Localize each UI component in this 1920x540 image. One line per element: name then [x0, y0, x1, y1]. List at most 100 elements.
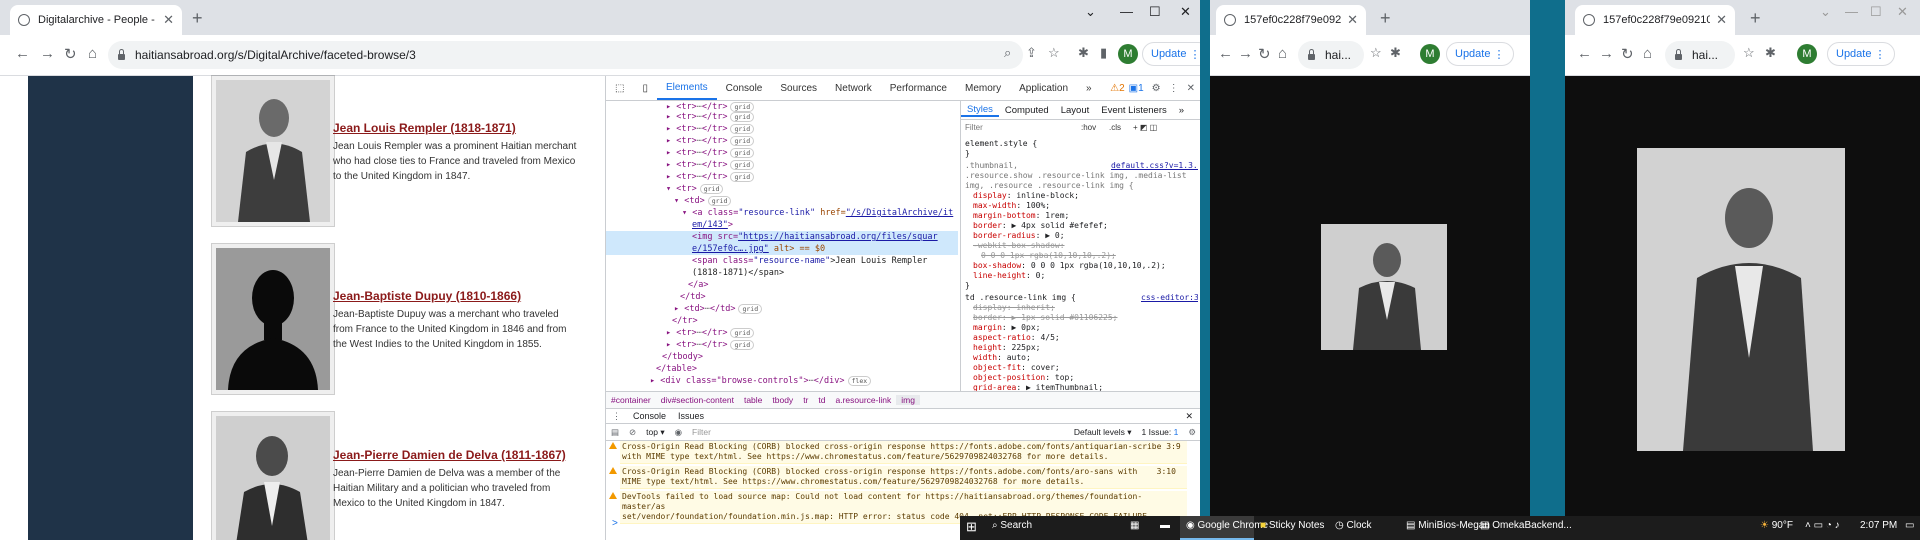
breadcrumb-item[interactable]: tbody — [767, 395, 798, 405]
update-button[interactable]: Update ⋮ — [1142, 42, 1200, 66]
css-prop-overridden[interactable]: display: inherit; — [965, 303, 1198, 313]
close-tab-icon[interactable]: ✕ — [1347, 12, 1358, 28]
inspect-icon[interactable]: ⬚ — [606, 83, 633, 94]
dom-node-td-collapsed[interactable]: ▸ <td>⋯</td> grid — [606, 303, 958, 315]
more-styles-tabs-icon[interactable]: » — [1173, 105, 1190, 116]
tray-icons[interactable]: ˄ ▭ ◔ ♪ — [1805, 520, 1840, 531]
log-levels-select[interactable]: Default levels ▾ — [1069, 427, 1137, 438]
clock-time[interactable]: 2:07 PM — [1860, 520, 1897, 531]
tab-application[interactable]: Application — [1010, 83, 1077, 94]
tab-memory[interactable]: Memory — [956, 83, 1010, 94]
dom-node-td[interactable]: ▾ <td> grid — [606, 195, 958, 207]
kebab-menu-icon[interactable]: ⋮ — [1169, 83, 1179, 94]
context-select[interactable]: top ▾ — [641, 427, 669, 438]
minimize-icon[interactable]: — — [1120, 4, 1133, 19]
css-prop[interactable]: max-width: 100%; — [965, 201, 1198, 211]
console-prompt[interactable]: > — [612, 518, 618, 529]
taskbar-app-sticky[interactable]: ■ Sticky Notes — [1260, 520, 1324, 531]
forward-icon[interactable]: → — [40, 45, 55, 62]
dom-node-a[interactable]: ▾ <a class="resource-link" href="/s/Digi… — [606, 207, 958, 219]
console-filter-input[interactable]: Filter — [687, 427, 1069, 437]
file-explorer-icon[interactable]: ▬ — [1160, 520, 1170, 531]
maximize-icon[interactable]: ☐ — [1149, 4, 1161, 20]
close-window-icon[interactable]: ✕ — [1897, 4, 1908, 20]
breadcrumb-item[interactable]: #container — [606, 395, 656, 405]
zoom-icon[interactable]: ⌕ — [1004, 45, 1011, 61]
warning-badge[interactable]: ⚠2 — [1110, 83, 1125, 94]
bookmark-star-icon[interactable]: ☆ — [1743, 45, 1755, 61]
portrait-photo[interactable] — [1321, 224, 1447, 350]
extensions-icon[interactable]: ✱ — [1078, 45, 1089, 61]
issues-counter[interactable]: 1 Issue: 1 — [1137, 427, 1184, 437]
css-prop[interactable]: grid-area: ▶ itemThumbnail; — [965, 383, 1198, 391]
drawer-tab-issues[interactable]: Issues — [672, 411, 710, 421]
address-bar[interactable]: hai... — [1298, 41, 1364, 69]
close-window-icon[interactable]: ✕ — [1180, 4, 1191, 20]
back-icon[interactable]: ← — [1218, 45, 1233, 62]
console-settings-icon[interactable]: ⚙ — [1183, 427, 1200, 438]
breadcrumb-item[interactable]: tr — [798, 395, 813, 405]
tab-performance[interactable]: Performance — [881, 83, 956, 94]
share-icon[interactable]: ⇪ — [1026, 45, 1037, 61]
close-tab-icon[interactable]: ✕ — [1716, 12, 1727, 28]
more-tabs-icon[interactable]: » — [1077, 83, 1101, 94]
taskbar-app-chrome[interactable]: ◉ Google Chrome — [1186, 520, 1268, 531]
tab-digitalarchive[interactable]: Digitalarchive - People - Haitians ✕ — [10, 5, 182, 35]
css-prop[interactable]: border: ▶ 4px solid #efefef; — [965, 221, 1198, 231]
css-prop[interactable]: box-shadow: 0 0 0 1px rgba(10,10,10,.2); — [965, 261, 1198, 271]
person-name-link[interactable]: Jean-Baptiste Dupuy (1810-1866) — [333, 289, 521, 303]
forward-icon[interactable]: → — [1599, 45, 1614, 62]
css-prop[interactable]: margin: ▶ 0px; — [965, 323, 1198, 333]
eye-icon[interactable]: ◉ — [670, 427, 687, 438]
windows-start-icon[interactable]: ⊞ — [966, 519, 977, 535]
update-button[interactable]: Update ⋮ — [1446, 42, 1514, 66]
minimize-icon[interactable]: — — [1845, 4, 1858, 19]
sidebar-toggle-icon[interactable]: ▤ — [606, 427, 624, 438]
tab-image[interactable]: 157ef0c228f79e092109602ac ✕ — [1216, 5, 1366, 35]
drawer-menu-icon[interactable]: ⋮ — [606, 411, 627, 422]
extensions-icon[interactable]: ✱ — [1765, 45, 1776, 61]
dom-node-tr[interactable]: ▸ <tr>⋯</tr> grid — [606, 135, 958, 147]
forward-icon[interactable]: → — [1238, 45, 1253, 62]
person-thumbnail[interactable] — [212, 244, 334, 394]
css-prop[interactable]: object-fit: cover; — [965, 363, 1198, 373]
dom-node-tr[interactable]: ▸ <tr>⋯</tr> grid — [606, 327, 958, 339]
tab-layout[interactable]: Layout — [1055, 105, 1096, 116]
drawer-tab-console[interactable]: Console — [627, 411, 672, 421]
bookmark-star-icon[interactable]: ☆ — [1048, 45, 1060, 61]
tab-sources[interactable]: Sources — [771, 83, 826, 94]
dom-node-tr-open[interactable]: ▾ <tr> grid — [606, 183, 958, 195]
person-thumbnail[interactable] — [212, 76, 334, 226]
dom-node-img-selected[interactable]: <img src="https://haitiansabroad.org/fil… — [606, 231, 958, 243]
new-tab-icon[interactable]: + — [192, 8, 203, 29]
tab-event-listeners[interactable]: Event Listeners — [1095, 105, 1172, 116]
home-icon[interactable]: ⌂ — [1278, 45, 1287, 62]
reload-icon[interactable]: ↻ — [1258, 45, 1271, 63]
issues-badge[interactable]: ▣1 — [1129, 83, 1144, 94]
dom-node-tr[interactable]: ▸ <tr>⋯</tr> grid — [606, 111, 958, 123]
dom-node-tr[interactable]: ▸ <tr>⋯</tr> grid — [606, 147, 958, 159]
portrait-photo[interactable] — [1637, 148, 1845, 451]
taskbar-app-minibios[interactable]: ▤ MiniBios-Megan — [1406, 520, 1490, 531]
address-bar[interactable]: hai... — [1665, 41, 1735, 69]
avatar[interactable]: M — [1118, 44, 1138, 64]
address-bar[interactable]: haitiansabroad.org/s/DigitalArchive/face… — [108, 41, 1023, 69]
tab-elements[interactable]: Elements — [656, 76, 717, 100]
taskbar-app-omeka[interactable]: ▤ OmekaBackend... — [1480, 520, 1572, 531]
device-toggle-icon[interactable]: ▯ — [633, 83, 657, 94]
breadcrumb-item[interactable]: table — [739, 395, 767, 405]
clear-console-icon[interactable]: ⊘ — [624, 427, 641, 438]
dom-node-div-browse[interactable]: ▸ <div class="browse-controls">⋯</div> fl… — [606, 375, 958, 387]
weather-widget[interactable]: ☀ 90°F — [1760, 520, 1793, 531]
css-prop[interactable]: object-position: top; — [965, 373, 1198, 383]
console-warning[interactable]: Cross-Origin Read Blocking (CORB) blocke… — [609, 441, 1187, 464]
css-prop[interactable]: margin-bottom: 1rem; — [965, 211, 1198, 221]
tab-computed[interactable]: Computed — [999, 105, 1055, 116]
reload-icon[interactable]: ↻ — [64, 45, 77, 63]
taskview-icon[interactable]: ▦ — [1130, 520, 1139, 531]
close-drawer-icon[interactable]: ✕ — [1177, 411, 1200, 422]
taskbar-search[interactable]: ⌕ Search — [992, 520, 1032, 531]
chevron-down-icon[interactable]: ⌄ — [1085, 4, 1096, 20]
css-prop-overridden[interactable]: border: ▶ 1px solid #01106225; — [965, 313, 1198, 323]
sidepanel-icon[interactable]: ▮ — [1100, 45, 1107, 61]
